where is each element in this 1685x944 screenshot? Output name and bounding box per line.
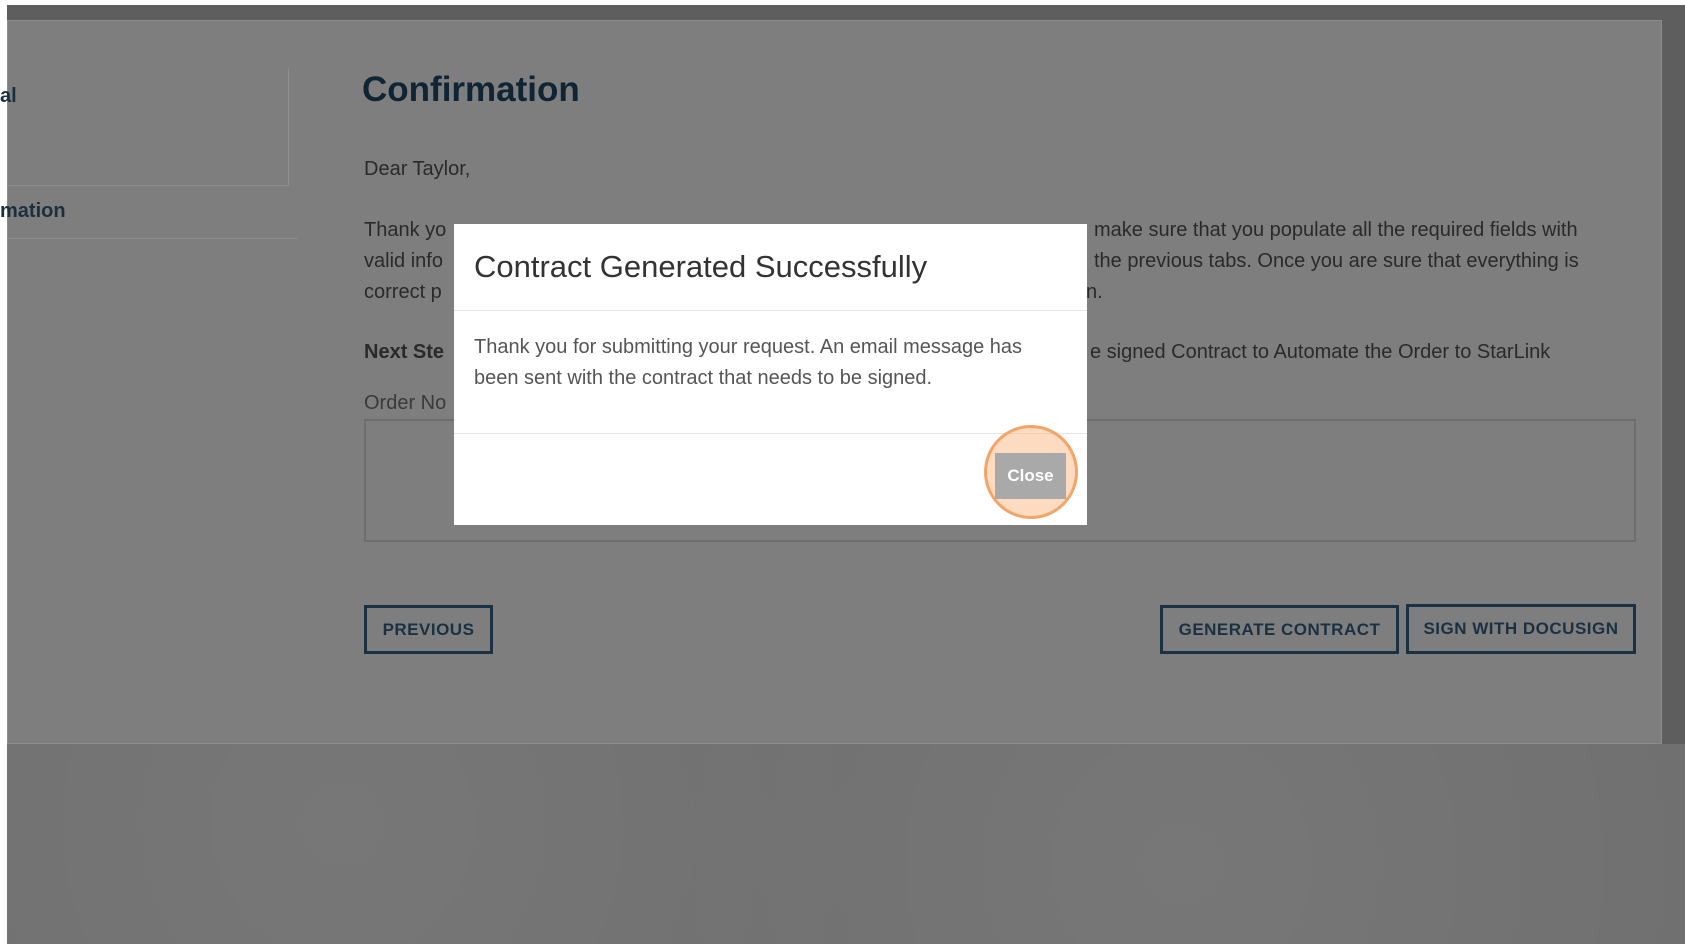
page-background <box>7 744 1685 944</box>
success-modal: Contract Generated Successfully Thank yo… <box>454 224 1087 525</box>
sidebar-divider <box>288 68 289 186</box>
sidebar-separator <box>7 185 289 186</box>
paragraph-line-3-left: correct p <box>364 281 442 303</box>
page-title: Confirmation <box>362 70 580 109</box>
top-edge <box>0 0 1685 5</box>
generate-contract-button[interactable]: GENERATE CONTRACT <box>1160 605 1399 654</box>
close-button[interactable]: Close <box>995 453 1066 499</box>
left-edge <box>0 0 7 944</box>
sign-with-docusign-button[interactable]: SIGN WITH DOCUSIGN <box>1406 604 1636 654</box>
paragraph-line-2-left: valid info <box>364 250 443 272</box>
previous-button[interactable]: PREVIOUS <box>364 605 493 654</box>
modal-title: Contract Generated Successfully <box>474 249 928 284</box>
modal-header-divider <box>454 310 1087 311</box>
sidebar-item-confirmation[interactable]: mation <box>0 193 290 229</box>
order-notes-label: Order No <box>364 392 447 414</box>
paragraph-line-2-right: the previous tabs. Once you are sure tha… <box>1094 250 1579 272</box>
modal-message: Thank you for submitting your request. A… <box>474 336 1023 389</box>
next-step-label: Next Ste <box>364 341 445 363</box>
paragraph-line-3-right: n. <box>1086 281 1103 303</box>
paragraph-line-1-left: Thank yo <box>364 219 447 241</box>
sidebar-separator <box>7 238 297 239</box>
greeting-text: Dear Taylor, <box>364 158 471 180</box>
modal-footer-divider <box>454 433 1087 434</box>
next-step-text: e signed Contract to Automate the Order … <box>1090 341 1551 363</box>
paragraph-line-1-right: make sure that you populate all the requ… <box>1094 219 1578 241</box>
sidebar-item-general[interactable]: al <box>0 78 282 114</box>
